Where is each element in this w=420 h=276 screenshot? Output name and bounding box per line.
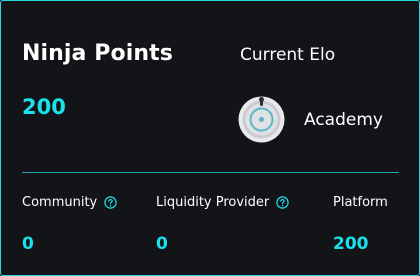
platform-stat-label: Platform: [333, 195, 388, 210]
liquidity-provider-stat-label: Liquidity Provider: [156, 195, 289, 210]
elo-rank-name: Academy: [304, 110, 383, 130]
liquidity-provider-value: 0: [156, 234, 168, 254]
community-label-text: Community: [22, 195, 98, 210]
liquidity-provider-label-text: Liquidity Provider: [156, 195, 270, 210]
platform-value: 200: [333, 234, 369, 254]
community-value: 0: [22, 234, 34, 254]
community-stat-label: Community: [22, 195, 117, 210]
help-icon[interactable]: [104, 196, 117, 209]
ninja-points-value: 200: [22, 95, 66, 119]
current-elo-label: Current Elo: [240, 45, 336, 65]
ninja-points-card: Ninja Points 200 Current Elo Academy Com…: [0, 0, 420, 276]
divider: [22, 172, 399, 173]
platform-label-text: Platform: [333, 195, 388, 210]
academy-badge-icon: [238, 96, 285, 143]
ninja-points-title: Ninja Points: [22, 41, 173, 66]
help-icon[interactable]: [276, 196, 289, 209]
